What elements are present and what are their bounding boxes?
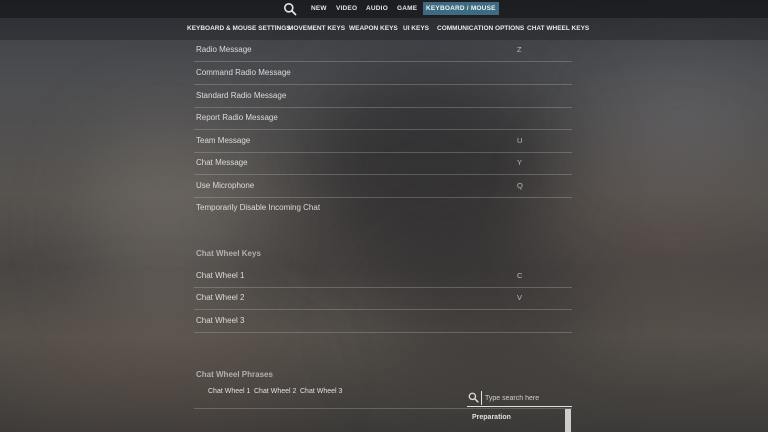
phrase-category-label: Preparation <box>472 414 511 421</box>
binding-key: Z <box>517 45 522 54</box>
binding-key: U <box>517 136 523 145</box>
subtab-ui-keys[interactable]: UI KEYS <box>403 18 429 40</box>
binding-row-radio-message[interactable]: Radio Message Z <box>194 39 572 62</box>
binding-label: Temporarily Disable Incoming Chat <box>196 203 321 212</box>
subtab-weapon-keys[interactable]: WEAPON KEYS <box>349 18 398 40</box>
section-title-chat-wheel-phrases: Chat Wheel Phrases <box>196 370 273 379</box>
subtab-keyboard-mouse-settings[interactable]: KEYBOARD & MOUSE SETTINGS <box>187 18 291 40</box>
tab-audio[interactable]: AUDIO <box>366 0 388 18</box>
binding-label: Chat Message <box>196 158 248 167</box>
binding-label: Use Microphone <box>196 181 255 190</box>
binding-label: Team Message <box>196 136 251 145</box>
background-blur <box>560 140 760 320</box>
phrase-search-input[interactable] <box>481 391 573 405</box>
binding-row-use-microphone[interactable]: Use Microphone Q <box>194 175 572 198</box>
sub-nav: KEYBOARD & MOUSE SETTINGS MOVEMENT KEYS … <box>0 18 768 40</box>
binding-label: Radio Message <box>196 45 252 54</box>
settings-screen: NEW VIDEO AUDIO GAME KEYBOARD / MOUSE KE… <box>0 0 768 432</box>
phrase-list-scrollbar[interactable] <box>565 409 571 432</box>
binding-row-report-radio-message[interactable]: Report Radio Message <box>194 107 572 130</box>
binding-label: Chat Wheel 2 <box>196 293 245 302</box>
binding-row-disable-incoming-chat[interactable]: Temporarily Disable Incoming Chat <box>194 197 572 219</box>
phrase-tab-chat-wheel-2[interactable]: Chat Wheel 2 <box>254 386 296 397</box>
binding-label: Standard Radio Message <box>196 91 287 100</box>
binding-row-chat-wheel-2[interactable]: Chat Wheel 2 V <box>194 287 572 310</box>
phrase-tab-chat-wheel-1[interactable]: Chat Wheel 1 <box>208 386 250 397</box>
binding-row-standard-radio-message[interactable]: Standard Radio Message <box>194 85 572 108</box>
binding-row-chat-wheel-1[interactable]: Chat Wheel 1 C <box>194 265 572 288</box>
binding-label: Command Radio Message <box>196 68 291 77</box>
section-title-chat-wheel-keys: Chat Wheel Keys <box>196 249 261 258</box>
tab-game[interactable]: GAME <box>397 0 417 18</box>
tab-video[interactable]: VIDEO <box>336 0 357 18</box>
binding-label: Report Radio Message <box>196 113 278 122</box>
tab-new[interactable]: NEW <box>311 0 327 18</box>
tab-keyboard-mouse[interactable]: KEYBOARD / MOUSE <box>423 2 499 15</box>
search-icon[interactable] <box>283 2 297 16</box>
subtab-communication-options[interactable]: COMMUNICATION OPTIONS <box>437 18 524 40</box>
binding-key: Q <box>517 181 523 190</box>
subtab-movement-keys[interactable]: MOVEMENT KEYS <box>288 18 345 40</box>
search-icon <box>468 392 479 403</box>
binding-key: V <box>517 293 523 302</box>
binding-row-chat-message[interactable]: Chat Message Y <box>194 152 572 175</box>
binding-key: C <box>517 271 523 280</box>
phrase-search <box>467 390 573 407</box>
binding-row-team-message[interactable]: Team Message U <box>194 130 572 153</box>
binding-row-command-radio-message[interactable]: Command Radio Message <box>194 62 572 85</box>
background-blur <box>600 60 768 180</box>
top-nav: NEW VIDEO AUDIO GAME KEYBOARD / MOUSE <box>0 0 768 18</box>
subtab-chat-wheel-keys[interactable]: CHAT WHEEL KEYS <box>527 18 589 40</box>
phrase-tab-chat-wheel-3[interactable]: Chat Wheel 3 <box>300 386 342 397</box>
binding-row-chat-wheel-3[interactable]: Chat Wheel 3 <box>194 310 572 333</box>
binding-label: Chat Wheel 1 <box>196 271 245 280</box>
binding-label: Chat Wheel 3 <box>196 316 245 325</box>
binding-key: Y <box>517 158 523 167</box>
